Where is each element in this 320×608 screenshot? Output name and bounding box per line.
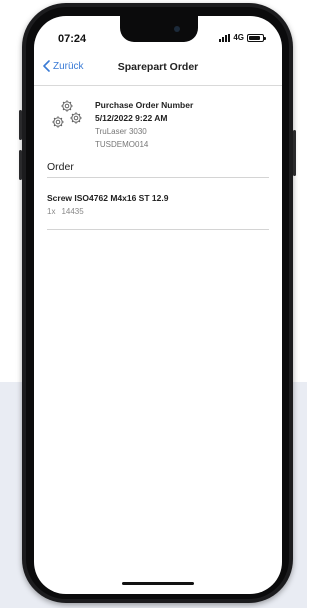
section-divider <box>47 177 269 178</box>
machine-name: TruLaser 3030 <box>95 127 147 136</box>
signal-icon <box>219 33 231 42</box>
volume-button <box>19 110 22 140</box>
navigation-bar: Zurück Sparepart Order <box>34 60 282 82</box>
purchase-order-label: Purchase Order Number <box>95 100 194 110</box>
gears-icon <box>52 100 82 128</box>
network-label: 4G <box>233 33 244 42</box>
order-info: Purchase Order Number 5/12/2022 9:22 AM … <box>95 99 193 151</box>
notch <box>120 16 198 42</box>
status-indicators: 4G <box>219 33 266 42</box>
order-reference: TUSDEMO014 <box>95 140 149 149</box>
home-indicator[interactable] <box>122 582 194 585</box>
camera-icon <box>174 26 180 32</box>
app-screen: 07:24 4G Zurück Sparepart Order Purchase… <box>34 16 282 594</box>
volume-button <box>19 150 22 180</box>
item-meta: 1x 14435 <box>47 207 84 216</box>
nav-divider <box>34 85 282 86</box>
power-button <box>293 130 296 176</box>
item-part-number: 14435 <box>61 207 84 216</box>
item-divider <box>47 229 269 230</box>
item-quantity: 1x <box>47 207 56 216</box>
battery-icon <box>247 33 266 42</box>
item-name[interactable]: Screw ISO4762 M4x16 ST 12.9 <box>47 193 168 203</box>
order-date: 5/12/2022 9:22 AM <box>95 113 168 123</box>
section-title-order: Order <box>47 161 74 173</box>
page-title: Sparepart Order <box>117 61 199 73</box>
status-time: 07:24 <box>58 33 87 45</box>
